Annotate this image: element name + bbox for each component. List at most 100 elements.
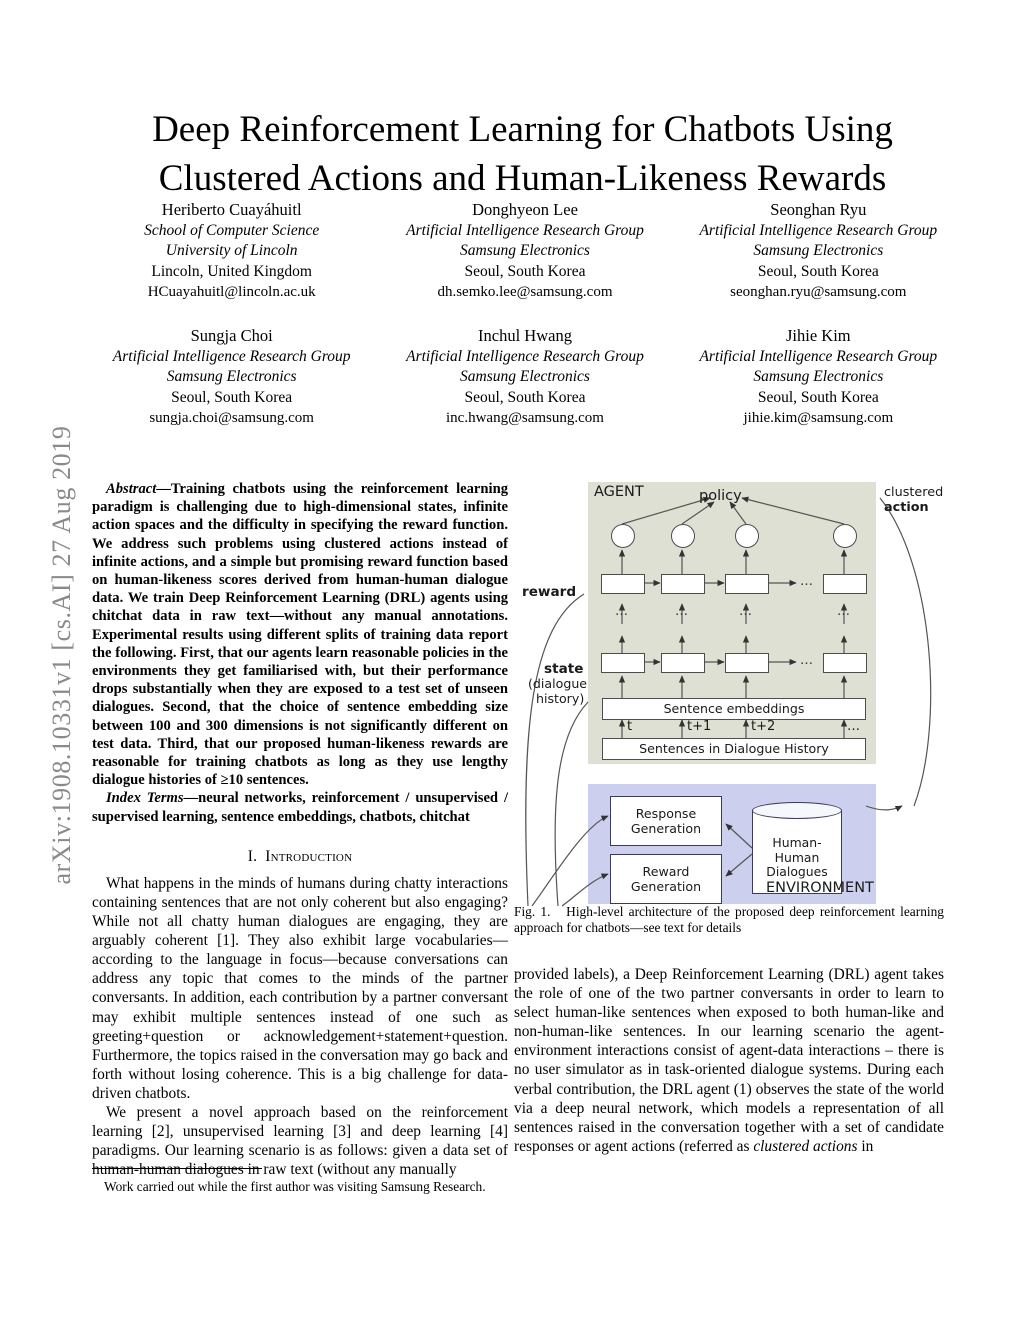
timestep-label-more: …	[847, 719, 860, 734]
authors-row-first: Heriberto Cuayáhuitl School of Computer …	[85, 200, 965, 303]
author-affiliation-2: Samsung Electronics	[753, 242, 884, 260]
abstract-label: Abstract	[106, 481, 157, 497]
footnote-text: Work carried out while the first author …	[104, 1179, 486, 1194]
author-affiliation-2: Samsung Electronics	[460, 242, 590, 260]
author-email[interactable]: jihie.kim@samsung.com	[672, 408, 965, 429]
cylinder-top	[752, 802, 842, 819]
author-affiliation-1: School of Computer Science	[144, 221, 320, 239]
author-location: Seoul, South Korea	[757, 388, 879, 406]
reward-generation-box: Reward Generation	[610, 854, 722, 904]
arxiv-stamp: arXiv:1908.10331v1 [cs.AI] 27 Aug 2019	[47, 425, 76, 885]
intro-para2-cont-a: provided labels), a Deep Reinforcement L…	[514, 966, 944, 1155]
rnn-cell	[725, 653, 769, 673]
author-location: Lincoln, United Kingdom	[151, 262, 312, 280]
author-name: Seonghan Ryu	[770, 200, 867, 219]
sentences-history-box: Sentences in Dialogue History	[602, 738, 866, 760]
author-affiliation-2: University of Lincoln	[165, 242, 298, 260]
author-affiliation-2: Samsung Electronics	[166, 368, 297, 386]
footnote-rule	[92, 1168, 262, 1169]
intro-para2-cont-b: in	[857, 1137, 874, 1155]
author-block: Donghyeon Lee Artificial Intelligence Re…	[378, 200, 671, 303]
reward-generation-line-1: Reward	[642, 864, 690, 879]
rnn-cell	[601, 574, 645, 594]
author-location: Seoul, South Korea	[464, 388, 586, 406]
author-name: Donghyeon Lee	[472, 200, 578, 219]
output-node-circle	[611, 524, 635, 548]
output-node-circle	[735, 524, 759, 548]
author-affiliation-2: Samsung Electronics	[753, 368, 884, 386]
title-line-2: Clustered Actions and Human-Likeness Rew…	[158, 157, 887, 199]
figure-caption-text: High-level architecture of the proposed …	[514, 904, 945, 936]
author-block: Inchul Hwang Artificial Intelligence Res…	[378, 326, 671, 429]
abstract-body: Training chatbots using the reinforcemen…	[92, 481, 508, 789]
action-label: action	[884, 500, 929, 515]
author-name: Heriberto Cuayáhuitl	[161, 200, 302, 219]
dialogue-label: (dialogue	[528, 676, 588, 691]
vertical-ellipsis: …	[675, 604, 689, 619]
abstract-paragraph: Abstract—Training chatbots using the rei…	[92, 480, 508, 789]
intro-para2-cont-italic: clustered actions	[753, 1137, 858, 1155]
author-location: Seoul, South Korea	[757, 262, 879, 280]
author-email[interactable]: dh.semko.lee@samsung.com	[378, 282, 671, 303]
response-generation-line-1: Response	[635, 806, 697, 821]
author-affiliation-1: Artificial Intelligence Research Group	[699, 347, 938, 365]
abstract-dash: —	[156, 481, 171, 497]
author-name: Inchul Hwang	[478, 326, 572, 345]
response-generation-line-2: Generation	[630, 821, 702, 836]
paper-page: arXiv:1908.10331v1 [cs.AI] 27 Aug 2019 D…	[0, 0, 1020, 1320]
author-email[interactable]: inc.hwang@samsung.com	[378, 408, 671, 429]
vertical-ellipsis: …	[837, 604, 851, 619]
vertical-ellipsis: …	[739, 604, 753, 619]
reward-label: reward	[522, 584, 577, 600]
database-label: Human- Human Dialogues	[752, 835, 842, 880]
response-generation-box: Response Generation	[610, 796, 722, 846]
author-email[interactable]: HCuayahuitl@lincoln.ac.uk	[85, 282, 378, 303]
history-label: history)	[536, 691, 585, 706]
author-name: Sungja Choi	[190, 326, 273, 345]
author-block: Heriberto Cuayáhuitl School of Computer …	[85, 200, 378, 303]
author-affiliation-2: Samsung Electronics	[460, 368, 590, 386]
timestep-label-t: t	[627, 719, 633, 734]
output-node-circle	[671, 524, 695, 548]
figure-1: … … … … … … Sentence embeddings Sentence…	[514, 476, 944, 935]
author-affiliation-1: Artificial Intelligence Research Group	[406, 221, 644, 239]
author-block: Seonghan Ryu Artificial Intelligence Res…	[672, 200, 965, 303]
policy-label: policy	[699, 488, 742, 504]
title-line-1: Deep Reinforcement Learning for Chatbots…	[152, 108, 893, 150]
right-column-body: provided labels), a Deep Reinforcement L…	[514, 965, 944, 1156]
state-label: state	[544, 661, 584, 677]
rnn-cell	[661, 653, 705, 673]
vertical-ellipsis: …	[615, 604, 629, 619]
intro-paragraph-2-continued: provided labels), a Deep Reinforcement L…	[514, 965, 944, 1156]
author-block: Jihie Kim Artificial Intelligence Resear…	[672, 326, 965, 429]
intro-paragraph-1: What happens in the minds of humans duri…	[92, 874, 508, 1102]
database-label-line-3: Dialogues	[766, 864, 828, 879]
index-terms-label: Index Terms	[106, 790, 184, 807]
figure-caption-label: Fig. 1.	[514, 904, 551, 919]
rnn-cell	[661, 574, 705, 594]
figure-caption: Fig. 1. High-level architecture of the p…	[514, 904, 944, 936]
rnn-cell	[823, 574, 867, 594]
authors-row-second: Sungja Choi Artificial Intelligence Rese…	[85, 326, 965, 429]
author-location: Seoul, South Korea	[171, 388, 293, 406]
database-label-line-2: Human	[774, 849, 820, 865]
section-heading-introduction: I. Introduction	[92, 848, 508, 866]
author-block: Sungja Choi Artificial Intelligence Rese…	[85, 326, 378, 429]
sentence-embeddings-box: Sentence embeddings	[602, 698, 866, 720]
page-title: Deep Reinforcement Learning for Chatbots…	[95, 105, 950, 203]
index-terms-paragraph: Index Terms—neural networks, reinforceme…	[92, 789, 508, 825]
horizontal-ellipsis: …	[800, 574, 814, 589]
rnn-cell	[601, 653, 645, 673]
author-location: Seoul, South Korea	[464, 262, 586, 280]
author-affiliation-1: Artificial Intelligence Research Group	[406, 347, 644, 365]
index-terms-dash: —	[183, 790, 199, 807]
author-affiliation-1: Artificial Intelligence Research Group	[699, 221, 938, 239]
author-email[interactable]: sungja.choi@samsung.com	[85, 408, 378, 429]
author-email[interactable]: seonghan.ryu@samsung.com	[672, 282, 965, 303]
environment-label: ENVIRONMENT	[766, 880, 874, 896]
clustered-label: clustered	[884, 485, 944, 500]
author-affiliation-1: Artificial Intelligence Research Group	[112, 347, 351, 365]
figure-1-image: … … … … … … Sentence embeddings Sentence…	[514, 476, 944, 907]
timestep-label-t1: t+1	[687, 719, 712, 734]
rnn-cell	[725, 574, 769, 594]
